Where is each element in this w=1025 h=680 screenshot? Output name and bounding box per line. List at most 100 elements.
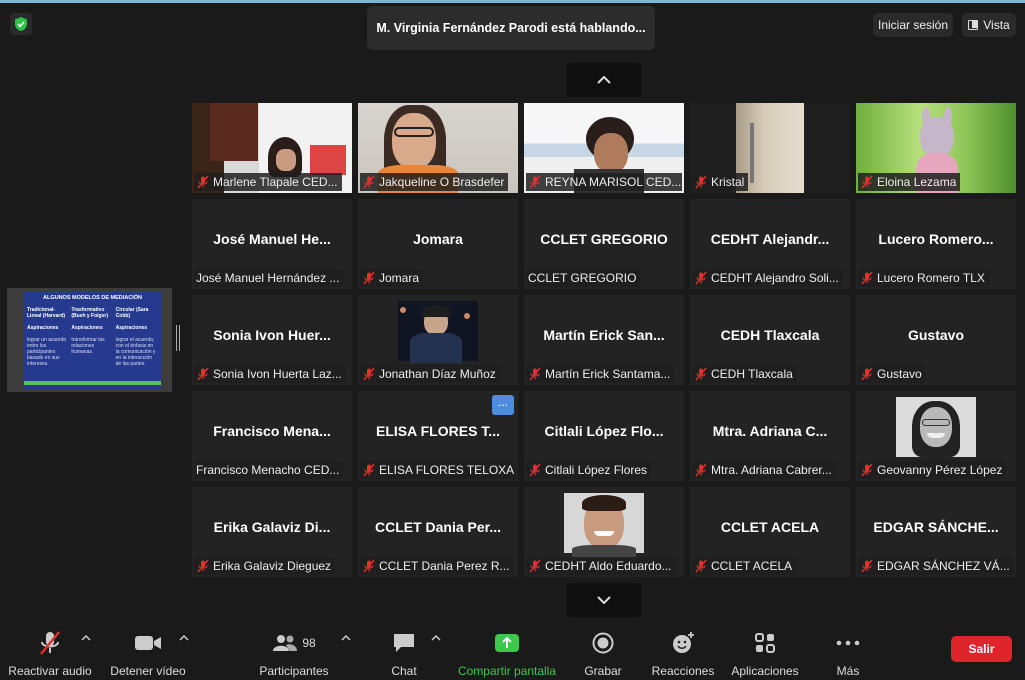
participant-name-text: ELISA FLORES TELOXA [379, 463, 515, 477]
microphone-muted-icon [40, 631, 60, 655]
unmute-audio-button[interactable]: Reactivar audio [8, 620, 92, 680]
participant-display-name: Jomara [413, 231, 463, 247]
participant-tile[interactable]: Lucero Romero... Lucero Romero TLX [856, 199, 1016, 289]
resize-handle[interactable] [176, 325, 180, 351]
slide-column: Tradicional-Lineal (Harvard) Aspiracione… [27, 307, 67, 367]
participant-tile[interactable]: Martín Erick San... Martín Erick Santama.… [524, 295, 684, 385]
security-shield-icon[interactable] [10, 13, 32, 35]
chat-options-caret-icon[interactable] [431, 634, 441, 642]
participant-name-label: CEDH Tlaxcala [692, 365, 797, 383]
view-grid-icon [968, 20, 979, 30]
muted-mic-icon [695, 463, 707, 477]
muted-mic-icon [529, 175, 541, 189]
participant-name-label: Jonathan Díaz Muñoz [360, 365, 500, 383]
participant-name-label: Marlene Tlapale CED... [194, 173, 342, 191]
reactions-button[interactable]: Reacciones [650, 620, 716, 680]
muted-mic-icon [197, 175, 209, 189]
video-options-caret-icon[interactable] [179, 634, 189, 642]
participant-tile[interactable]: CEDHT Aldo Eduardo... [524, 487, 684, 577]
participant-tile[interactable]: Citlali López Flo... Citlali López Flores [524, 391, 684, 481]
muted-mic-icon [695, 559, 707, 573]
video-feed [398, 301, 478, 363]
participant-tile[interactable]: CCLET GREGORIO CCLET GREGORIO [524, 199, 684, 289]
participants-options-caret-icon[interactable] [341, 634, 351, 642]
participants-icon [273, 635, 298, 651]
apps-button[interactable]: Aplicaciones [728, 620, 802, 680]
participant-tile[interactable]: REYNA MARISOL CED... [524, 103, 684, 193]
leave-meeting-button[interactable]: Salir [951, 636, 1012, 662]
view-button[interactable]: Vista [962, 13, 1016, 37]
participant-name-text: Mtra. Adriana Cabrer... [711, 463, 832, 477]
participant-name-label: CCLET ACELA [692, 557, 797, 575]
chat-button[interactable]: Chat [382, 620, 426, 680]
page-up-button[interactable] [567, 63, 641, 97]
participant-tile[interactable]: Geovanny Pérez López [856, 391, 1016, 481]
participant-name-text: Erika Galaviz Dieguez [213, 559, 332, 573]
muted-mic-icon [861, 271, 873, 285]
record-button[interactable]: Grabar [580, 620, 626, 680]
participant-name-text: Kristal [711, 175, 745, 189]
audio-options-caret-icon[interactable] [81, 634, 91, 642]
participant-tile[interactable]: Eloina Lezama [856, 103, 1016, 193]
participant-tile[interactable]: Jonathan Díaz Muñoz [358, 295, 518, 385]
more-dots-icon [836, 640, 860, 646]
participant-tile[interactable]: Sonia Ivon Huer... Sonia Ivon Huerta Laz.… [192, 295, 352, 385]
participant-name-label: Mtra. Adriana Cabrer... [692, 461, 836, 479]
participant-tile[interactable]: Kristal [690, 103, 850, 193]
participant-name-label: Kristal [692, 173, 749, 191]
participant-tile[interactable]: Mtra. Adriana C... Mtra. Adriana Cabrer..… [690, 391, 850, 481]
participant-tile[interactable]: CCLET ACELA CCLET ACELA [690, 487, 850, 577]
participant-name-label: CCLET Dania Perez R... [360, 557, 514, 575]
participant-name-text: José Manuel Hernández ... [196, 271, 340, 285]
participant-name-text: CCLET ACELA [711, 559, 793, 573]
participant-tile[interactable]: Marlene Tlapale CED... [192, 103, 352, 193]
participant-tile[interactable]: Erika Galaviz Di... Erika Galaviz Dieguez [192, 487, 352, 577]
record-label: Grabar [584, 664, 622, 678]
participant-name-label: CCLET GREGORIO [526, 269, 641, 287]
participant-name-text: CCLET Dania Perez R... [379, 559, 510, 573]
participant-name-text: Marlene Tlapale CED... [213, 175, 338, 189]
participant-tile[interactable]: EDGAR SÁNCHE... EDGAR SÁNCHEZ VÁ... [856, 487, 1016, 577]
muted-mic-icon [695, 175, 707, 189]
active-speaker-banner: M. Virginia Fernández Parodi está hablan… [367, 6, 655, 50]
participant-tile[interactable]: CEDHT Alejandr... CEDHT Alejandro Soli... [690, 199, 850, 289]
participant-tile[interactable]: Francisco Mena... Francisco Menacho CED..… [192, 391, 352, 481]
slide-title: ALGUNOS MODELOS DE MEDIACIÓN [42, 295, 142, 301]
apps-icon [755, 633, 775, 653]
more-options-button[interactable]: Más [828, 620, 868, 680]
participant-name-text: Martín Erick Santama... [545, 367, 671, 381]
participant-tile[interactable]: José Manuel He... José Manuel Hernández .… [192, 199, 352, 289]
presentation-slide: ALGUNOS MODELOS DE MEDIACIÓN Tradicional… [24, 291, 161, 389]
participant-tile[interactable]: CEDH Tlaxcala CEDH Tlaxcala [690, 295, 850, 385]
muted-mic-icon [363, 175, 375, 189]
participants-button[interactable]: 98 Participantes [256, 620, 332, 680]
participants-count: 98 [302, 636, 316, 650]
video-feed [896, 397, 976, 457]
participant-name-text: CEDH Tlaxcala [711, 367, 793, 381]
participant-name-text: Sonia Ivon Huerta Laz... [213, 367, 342, 381]
participant-tile[interactable]: ELISA FLORES T...... ELISA FLORES TELOXA [358, 391, 518, 481]
participant-name-text: Jonathan Díaz Muñoz [379, 367, 496, 381]
video-camera-icon [135, 636, 161, 650]
participant-tile[interactable]: Gustavo Gustavo [856, 295, 1016, 385]
participant-name-label: REYNA MARISOL CED... [526, 173, 682, 191]
participant-name-text: Lucero Romero TLX [877, 271, 985, 285]
muted-mic-icon [197, 367, 209, 381]
signin-button[interactable]: Iniciar sesión [873, 13, 953, 37]
shared-screen-thumbnail[interactable]: ALGUNOS MODELOS DE MEDIACIÓN Tradicional… [7, 288, 172, 392]
participant-tile[interactable]: Jakqueline O Brasdefer [358, 103, 518, 193]
muted-mic-icon [363, 271, 375, 285]
participant-display-name: CCLET ACELA [720, 519, 820, 535]
participant-display-name: CEDHT Alejandr... [710, 231, 830, 247]
page-down-button[interactable] [567, 583, 641, 617]
share-screen-button[interactable]: Compartir pantalla [455, 620, 559, 680]
participant-tile[interactable]: Jomara Jomara [358, 199, 518, 289]
apps-label: Aplicaciones [731, 664, 799, 678]
chat-label: Chat [391, 664, 417, 678]
muted-mic-icon [363, 463, 375, 477]
tile-more-options-button[interactable]: ... [492, 395, 514, 415]
muted-mic-icon [861, 463, 873, 477]
stop-video-button[interactable]: Detener vídeo [107, 620, 189, 680]
participant-tile[interactable]: CCLET Dania Per... CCLET Dania Perez R... [358, 487, 518, 577]
slide-column: Circular (Sara Cobb) Aspiraciones lograr… [115, 307, 156, 367]
